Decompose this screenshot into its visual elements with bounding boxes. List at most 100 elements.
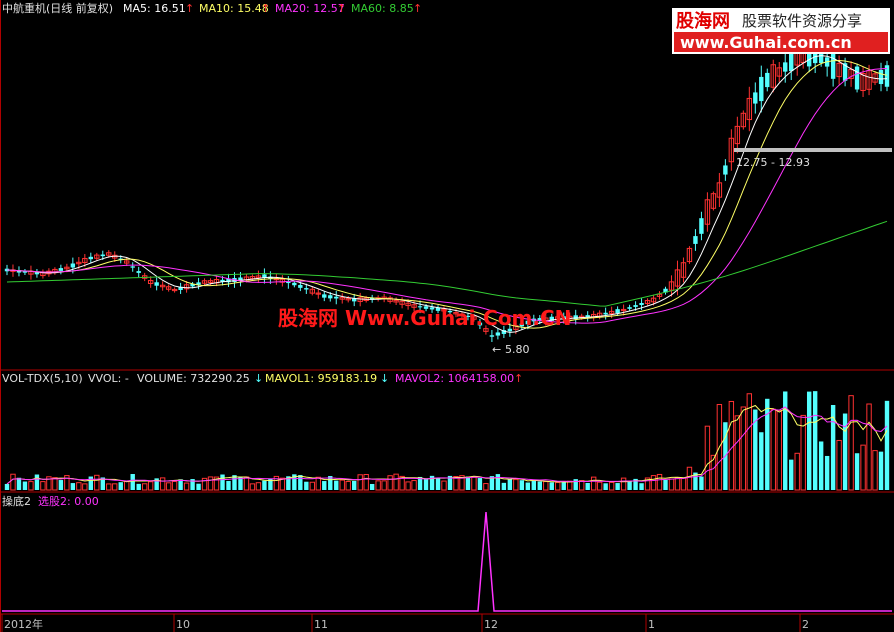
volume-bar[interactable] — [471, 476, 477, 491]
volume-bar[interactable] — [620, 477, 627, 491]
volume-bar[interactable] — [40, 481, 46, 491]
candle[interactable] — [100, 254, 105, 257]
volume-bar[interactable] — [776, 410, 782, 491]
volume-bar[interactable] — [789, 459, 794, 490]
volume-bar[interactable] — [806, 391, 812, 490]
volume-bar[interactable] — [262, 480, 267, 490]
volume-bar[interactable] — [477, 478, 483, 490]
volume-bar[interactable] — [818, 441, 824, 490]
candle[interactable] — [130, 266, 135, 268]
volume-bar[interactable] — [686, 466, 693, 491]
volume-bar[interactable] — [88, 476, 94, 490]
volume-bar[interactable] — [405, 481, 411, 491]
stock-chart[interactable]: 中航重机(日线 前复权) MA5: 16.51 ↑ MA10: 15.48↑ MA20… — [0, 0, 894, 632]
volume-bar[interactable] — [16, 477, 22, 490]
volume-bar[interactable] — [603, 483, 608, 490]
volume-bar[interactable] — [124, 480, 130, 491]
volume-bar[interactable] — [226, 480, 231, 490]
candle[interactable] — [633, 305, 638, 307]
volume-bar[interactable] — [501, 482, 507, 490]
volume-bar[interactable] — [836, 439, 842, 491]
volume-bar[interactable] — [298, 475, 303, 490]
volume-bar[interactable] — [130, 474, 135, 490]
candle[interactable] — [639, 302, 644, 306]
candle[interactable] — [878, 69, 884, 85]
volume-bar[interactable] — [590, 476, 597, 491]
volume-bar[interactable] — [255, 482, 262, 491]
volume-bar[interactable] — [352, 480, 357, 490]
volume-bar[interactable] — [507, 479, 513, 490]
volume-bar[interactable] — [309, 481, 316, 491]
candle[interactable] — [627, 307, 632, 309]
volume-bar[interactable] — [118, 482, 123, 490]
volume-bar[interactable] — [519, 480, 525, 490]
volume-bar[interactable] — [674, 477, 681, 491]
volume-bar[interactable] — [58, 480, 64, 490]
volume-bar[interactable] — [82, 483, 88, 491]
volume-bar[interactable] — [22, 481, 28, 490]
volume-bar[interactable] — [639, 483, 644, 490]
candle[interactable] — [334, 296, 339, 299]
volume-bar[interactable] — [76, 482, 82, 491]
volume-bar[interactable] — [543, 481, 549, 491]
candle[interactable] — [699, 218, 704, 234]
candle[interactable] — [495, 332, 501, 336]
volume-bar[interactable] — [411, 480, 417, 491]
candle[interactable] — [723, 165, 728, 175]
candle[interactable] — [489, 335, 495, 337]
volume-bar[interactable] — [561, 482, 566, 490]
volume-bar[interactable] — [740, 406, 747, 491]
volume-bar[interactable] — [171, 480, 178, 491]
candle[interactable] — [603, 312, 608, 315]
volume-bar[interactable] — [573, 479, 578, 490]
volume-bar[interactable] — [728, 400, 735, 491]
volume-bar[interactable] — [345, 481, 351, 491]
volume-bar[interactable] — [381, 480, 387, 491]
volume-bar[interactable] — [663, 479, 668, 490]
volume-bar[interactable] — [627, 480, 632, 490]
volume-bar[interactable] — [537, 481, 542, 490]
volume-bar[interactable] — [70, 483, 76, 490]
volume-bar[interactable] — [28, 481, 34, 491]
volume-bar[interactable] — [304, 481, 309, 490]
volume-bar[interactable] — [699, 476, 704, 490]
volume-bar[interactable] — [423, 478, 429, 490]
volume-bar[interactable] — [549, 482, 554, 490]
volume-bar[interactable] — [848, 395, 854, 491]
volume-bar[interactable] — [668, 478, 675, 491]
candle[interactable] — [759, 76, 764, 102]
volume-bar[interactable] — [249, 483, 256, 491]
volume-bar[interactable] — [339, 479, 345, 491]
volume-bar[interactable] — [220, 474, 225, 490]
volume-bar[interactable] — [555, 482, 561, 491]
volume-bar[interactable] — [860, 444, 866, 491]
candle[interactable] — [830, 53, 836, 79]
volume-bar[interactable] — [238, 477, 243, 490]
volume-bar[interactable] — [596, 481, 603, 491]
volume-bar[interactable] — [465, 476, 471, 490]
volume-bar[interactable] — [824, 455, 830, 490]
candle[interactable] — [298, 284, 303, 288]
volume-bar[interactable] — [759, 432, 764, 490]
volume-bar[interactable] — [884, 400, 890, 490]
volume-bar[interactable] — [207, 476, 214, 491]
volume-bar[interactable] — [878, 451, 884, 490]
candle[interactable] — [328, 295, 333, 299]
volume-bar[interactable] — [387, 475, 393, 491]
candle[interactable] — [88, 256, 94, 260]
volume-bar[interactable] — [375, 480, 381, 491]
volume-bar[interactable] — [363, 474, 369, 491]
volume-bar[interactable] — [4, 483, 10, 490]
candle[interactable] — [58, 268, 64, 271]
volume-bar[interactable] — [106, 483, 112, 491]
volume-bar[interactable] — [315, 476, 321, 491]
price-panel[interactable] — [4, 30, 890, 342]
volume-bar[interactable] — [147, 481, 154, 491]
candle[interactable] — [322, 294, 327, 298]
volume-bar[interactable] — [866, 403, 872, 491]
candle[interactable] — [154, 282, 159, 286]
candle[interactable] — [292, 282, 297, 286]
volume-bar[interactable] — [334, 480, 339, 490]
volume-bar[interactable] — [159, 477, 166, 491]
volume-bar[interactable] — [112, 483, 118, 491]
